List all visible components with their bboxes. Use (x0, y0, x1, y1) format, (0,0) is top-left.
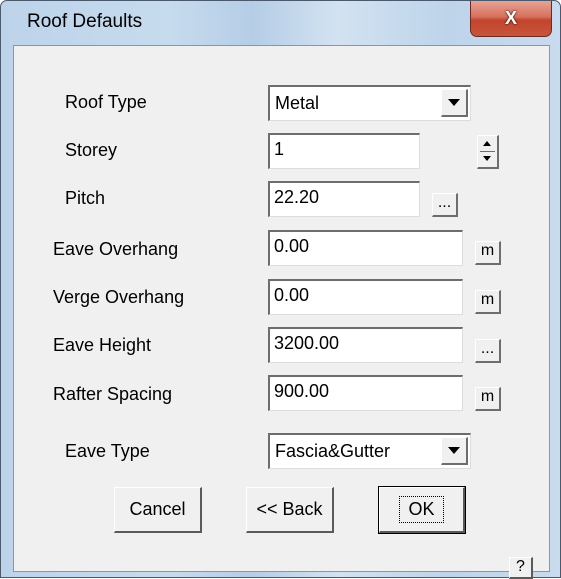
spinner-up-icon[interactable] (483, 141, 491, 146)
roof-type-value: Metal (275, 93, 320, 113)
back-button-label: << Back (256, 499, 323, 519)
spinner-divider (480, 151, 495, 152)
rafter-spacing-unit-button[interactable]: m (475, 387, 501, 411)
eave-overhang-unit-button[interactable]: m (475, 241, 501, 265)
ok-button-label: OK (399, 496, 444, 523)
eave-type-select[interactable]: Fascia&Gutter (268, 433, 471, 469)
storey-input[interactable]: 1 (268, 133, 420, 169)
help-button[interactable]: ? (509, 557, 533, 579)
roof-defaults-dialog: Roof Defaults X Roof Type Metal Storey 1… (0, 0, 561, 579)
eave-height-input[interactable]: 3200.00 (268, 327, 463, 363)
eave-type-value: Fascia&Gutter (275, 441, 391, 461)
close-button[interactable]: X (470, 1, 552, 37)
window-title: Roof Defaults (27, 11, 143, 32)
verge-overhang-label: Verge Overhang (53, 287, 185, 307)
roof-type-select[interactable]: Metal (268, 85, 471, 121)
eave-overhang-input[interactable]: 0.00 (268, 230, 463, 266)
pitch-label: Pitch (65, 188, 106, 208)
pitch-input[interactable]: 22.20 (268, 181, 420, 217)
eave-height-browse-button[interactable]: ... (475, 339, 501, 363)
cancel-button[interactable]: Cancel (114, 487, 202, 533)
chevron-down-icon[interactable] (441, 89, 468, 117)
chevron-down-icon[interactable] (441, 437, 468, 465)
back-button[interactable]: << Back (246, 487, 334, 533)
eave-overhang-label: Eave Overhang (53, 239, 179, 259)
close-icon: X (504, 8, 517, 28)
verge-overhang-unit-button[interactable]: m (475, 290, 501, 314)
spinner-down-icon[interactable] (483, 156, 491, 161)
storey-label: Storey (65, 140, 118, 160)
verge-overhang-input[interactable]: 0.00 (268, 279, 463, 315)
eave-type-label: Eave Type (65, 441, 150, 461)
storey-spinner[interactable] (477, 135, 499, 169)
rafter-spacing-label: Rafter Spacing (53, 384, 173, 404)
roof-type-label: Roof Type (65, 92, 147, 112)
ok-button[interactable]: OK (378, 486, 466, 534)
title-bar[interactable]: Roof Defaults X (1, 1, 560, 43)
cancel-button-label: Cancel (129, 499, 186, 519)
rafter-spacing-input[interactable]: 900.00 (268, 375, 463, 411)
eave-height-label: Eave Height (53, 335, 152, 355)
pitch-browse-button[interactable]: ... (432, 193, 458, 217)
